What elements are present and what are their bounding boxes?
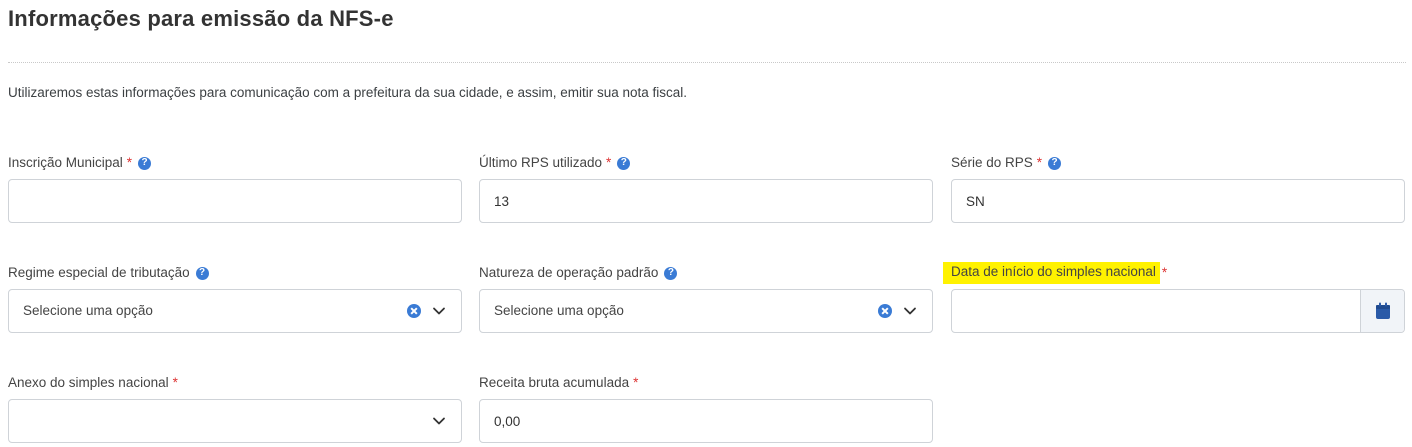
data-inicio-simples-box	[951, 289, 1405, 333]
ultimo-rps-label: Último RPS utilizado * ?	[479, 154, 933, 172]
chevron-down-icon[interactable]	[902, 303, 918, 319]
serie-rps-field: Série do RPS * ?	[951, 154, 1405, 223]
natureza-operacao-label: Natureza de operação padrão ?	[479, 264, 933, 282]
data-inicio-simples-field: Data de início do simples nacional *	[943, 262, 1405, 333]
clear-icon[interactable]	[878, 304, 892, 318]
natureza-operacao-selected-value: Selecione uma opção	[494, 303, 624, 318]
section-divider	[8, 62, 1406, 63]
clear-icon[interactable]	[407, 304, 421, 318]
ultimo-rps-field: Último RPS utilizado * ?	[479, 154, 933, 223]
help-icon[interactable]: ?	[1048, 156, 1062, 170]
calendar-button[interactable]	[1360, 290, 1404, 332]
inscricao-municipal-box	[8, 179, 462, 223]
receita-bruta-box	[479, 399, 933, 443]
data-inicio-simples-input[interactable]	[952, 290, 1360, 332]
regime-especial-field: Regime especial de tributação ? Selecion…	[8, 264, 462, 333]
required-marker: *	[633, 375, 639, 390]
natureza-operacao-select[interactable]: Selecione uma opção	[479, 289, 933, 333]
required-marker: *	[126, 155, 133, 170]
data-inicio-simples-label: Data de início do simples nacional *	[943, 262, 1405, 284]
ultimo-rps-input[interactable]	[480, 180, 932, 222]
receita-bruta-label: Receita bruta acumulada *	[479, 375, 639, 390]
help-icon[interactable]: ?	[664, 266, 678, 280]
regime-especial-select[interactable]: Selecione uma opção	[8, 289, 462, 333]
chevron-down-icon[interactable]	[431, 303, 447, 319]
inscricao-municipal-field: Inscrição Municipal * ?	[8, 154, 462, 223]
highlighted-label-text: Data de início do simples nacional	[943, 262, 1160, 284]
help-icon[interactable]: ?	[138, 156, 152, 170]
help-icon[interactable]: ?	[195, 266, 209, 280]
serie-rps-box	[951, 179, 1405, 223]
chevron-down-icon[interactable]	[431, 413, 447, 429]
anexo-simples-label: Anexo do simples nacional *	[8, 375, 178, 390]
required-marker: *	[1161, 265, 1168, 280]
serie-rps-input[interactable]	[952, 180, 1404, 222]
ultimo-rps-box	[479, 179, 933, 223]
regime-especial-selected-value: Selecione uma opção	[23, 303, 153, 318]
help-icon[interactable]: ?	[617, 156, 631, 170]
required-marker: *	[1036, 155, 1043, 170]
anexo-simples-select[interactable]	[8, 399, 462, 443]
inscricao-municipal-input[interactable]	[9, 180, 461, 222]
regime-especial-label: Regime especial de tributação ?	[8, 264, 462, 282]
natureza-operacao-field: Natureza de operação padrão ? Selecione …	[479, 264, 933, 333]
intro-text: Utilizaremos estas informações para comu…	[8, 85, 688, 100]
inscricao-municipal-label: Inscrição Municipal * ?	[8, 154, 462, 172]
required-marker: *	[172, 375, 178, 390]
serie-rps-label: Série do RPS * ?	[951, 154, 1405, 172]
page-title: Informações para emissão da NFS-e	[8, 6, 394, 31]
receita-bruta-field: Receita bruta acumulada *	[479, 374, 933, 443]
anexo-simples-field: Anexo do simples nacional *	[8, 374, 462, 443]
required-marker: *	[606, 155, 612, 170]
calendar-icon	[1375, 302, 1390, 319]
receita-bruta-input[interactable]	[480, 400, 932, 442]
